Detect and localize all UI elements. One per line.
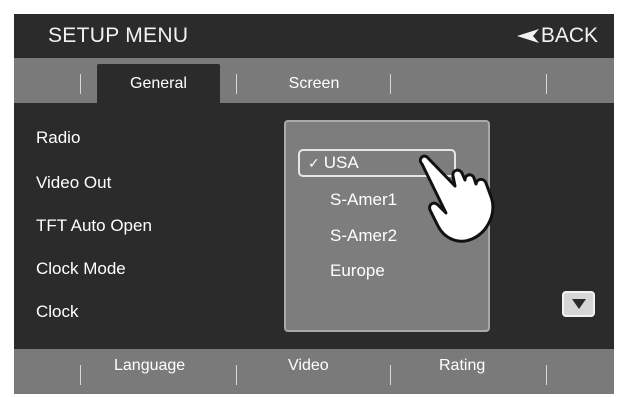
tab-separator [546,74,547,94]
back-button[interactable]: BACK [516,24,598,48]
back-arrow-icon [516,29,539,43]
option-s-amer1[interactable]: S-Amer1 [330,190,397,210]
tab-general[interactable]: General [97,64,220,103]
tab-separator [236,74,237,94]
tab-video[interactable]: Video [288,357,329,375]
tab-general-label: General [130,74,187,92]
option-usa-label: USA [323,153,359,172]
option-s-amer2[interactable]: S-Amer2 [330,226,397,246]
menu-item-tft-auto-open[interactable]: TFT Auto Open [36,216,152,236]
menu-item-clock-mode[interactable]: Clock Mode [36,259,126,279]
tab-screen[interactable]: Screen [259,64,369,103]
tab-separator [80,74,81,94]
page-title: SETUP MENU [48,24,189,47]
tab-separator [390,365,391,385]
scroll-down-button[interactable] [562,291,595,317]
option-europe[interactable]: Europe [330,261,385,281]
tab-screen-label: Screen [288,74,340,92]
triangle-down-icon [571,299,586,309]
menu-item-video-out[interactable]: Video Out [36,173,111,193]
pointing-hand-icon [418,154,495,243]
title-bar: SETUP MENU BACK [14,14,614,58]
back-label: BACK [540,24,598,47]
tab-separator [390,74,391,94]
tab-rating[interactable]: Rating [439,357,485,375]
tab-separator [80,365,81,385]
tab-separator [236,365,237,385]
menu-item-clock[interactable]: Clock [36,302,79,322]
bottom-tab-bar: Language Video Rating [14,349,614,394]
tab-language[interactable]: Language [114,357,185,375]
tab-separator [546,365,547,385]
menu-item-radio[interactable]: Radio [36,128,80,148]
check-icon: ✓ [308,154,320,171]
top-tab-bar: General Screen [14,58,614,103]
